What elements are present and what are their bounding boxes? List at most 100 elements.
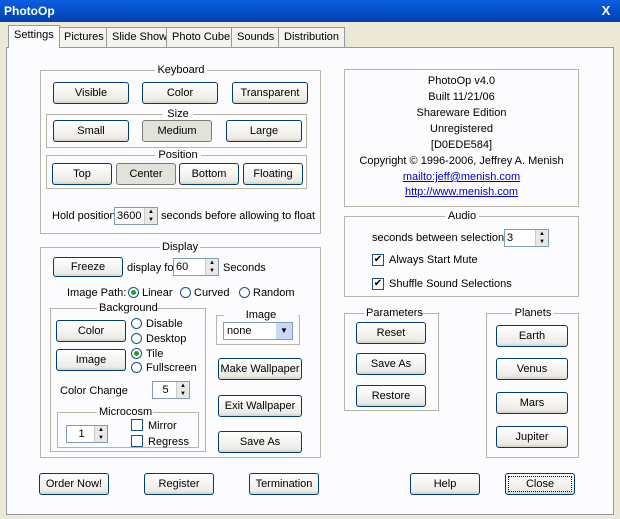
- tab-settings[interactable]: Settings: [8, 25, 60, 48]
- planets-title: Planets: [512, 307, 554, 319]
- background-color-button[interactable]: Color: [56, 320, 126, 342]
- mirror-label: Mirror: [148, 420, 177, 432]
- visible-button[interactable]: Visible: [53, 82, 129, 104]
- color-change-spinner[interactable]: 5 ▲ ▼: [152, 381, 190, 399]
- shuffle-checkbox[interactable]: ✔: [372, 277, 384, 290]
- microcosm-spinner[interactable]: 1 ▲ ▼: [66, 425, 108, 443]
- freeze-button[interactable]: Freeze: [53, 257, 123, 277]
- hold-position-label: Hold position: [52, 210, 116, 222]
- tab-pictures[interactable]: Pictures: [58, 27, 110, 47]
- register-button[interactable]: Register: [144, 473, 214, 495]
- size-title: Size: [163, 108, 193, 120]
- center-button[interactable]: Center: [116, 163, 176, 185]
- tile-label: Tile: [146, 348, 164, 360]
- keyboard-color-button[interactable]: Color: [142, 82, 218, 104]
- hold-position-spinner[interactable]: 3600 ▲ ▼: [114, 207, 158, 225]
- display-for-label: display for: [127, 262, 178, 274]
- earth-button[interactable]: Earth: [496, 325, 568, 347]
- order-now-button[interactable]: Order Now!: [39, 473, 109, 495]
- parameters-save-as-button[interactable]: Save As: [356, 353, 426, 375]
- random-radio[interactable]: [239, 287, 250, 301]
- between-selections-spinner[interactable]: 3 ▲ ▼: [504, 229, 549, 247]
- desktop-label: Desktop: [146, 333, 187, 345]
- restore-button[interactable]: Restore: [356, 385, 426, 407]
- fullscreen-radio[interactable]: [131, 362, 142, 376]
- desktop-radio[interactable]: [131, 333, 142, 347]
- transparent-button[interactable]: Transparent: [232, 82, 308, 104]
- medium-button[interactable]: Medium: [142, 120, 212, 142]
- regress-checkbox[interactable]: [131, 435, 143, 450]
- venus-button[interactable]: Venus: [496, 358, 568, 380]
- help-button[interactable]: Help: [410, 473, 480, 495]
- build-text: Built 11/21/06: [428, 91, 495, 103]
- reset-button[interactable]: Reset: [356, 322, 426, 344]
- display-title: Display: [160, 241, 200, 253]
- between-selections-value[interactable]: 3: [505, 230, 535, 246]
- curved-radio[interactable]: [180, 287, 191, 301]
- tab-slide-show[interactable]: Slide Show: [106, 27, 174, 47]
- tab-photo-cube[interactable]: Photo Cube: [166, 27, 237, 47]
- spin-up-icon[interactable]: ▲: [206, 259, 218, 267]
- microcosm-value[interactable]: 1: [67, 426, 94, 442]
- edition-text: Shareware Edition: [416, 107, 507, 119]
- website-link[interactable]: http://www.menish.com: [344, 185, 579, 199]
- small-button[interactable]: Small: [53, 120, 129, 142]
- color-change-value[interactable]: 5: [153, 382, 176, 398]
- exit-wallpaper-button[interactable]: Exit Wallpaper: [218, 395, 302, 417]
- curved-label: Curved: [194, 287, 230, 299]
- serial-code: [D0EDE584]: [430, 139, 493, 151]
- spin-up-icon[interactable]: ▲: [177, 382, 189, 390]
- spin-down-icon[interactable]: ▼: [536, 238, 548, 246]
- email-link[interactable]: mailto:jeff@menish.com: [344, 170, 579, 184]
- spin-down-icon[interactable]: ▼: [145, 216, 157, 224]
- spin-up-icon[interactable]: ▲: [145, 208, 157, 216]
- always-start-mute-checkbox[interactable]: ✔: [372, 253, 384, 266]
- color-change-label: Color Change: [60, 385, 128, 397]
- spin-down-icon[interactable]: ▼: [206, 267, 218, 275]
- keyboard-title: Keyboard: [155, 64, 207, 76]
- image-path-label: Image Path:: [67, 287, 127, 299]
- parameters-title: Parameters: [364, 307, 423, 319]
- seconds-label: Seconds: [223, 262, 266, 274]
- top-button[interactable]: Top: [52, 163, 112, 185]
- display-save-as-button[interactable]: Save As: [218, 431, 302, 453]
- jupiter-button[interactable]: Jupiter: [496, 426, 568, 448]
- make-wallpaper-button[interactable]: Make Wallpaper: [218, 358, 302, 380]
- title-bar: PhotoOp: [0, 0, 620, 22]
- spin-up-icon[interactable]: ▲: [95, 426, 107, 434]
- linear-label: Linear: [142, 287, 173, 299]
- floating-button[interactable]: Floating: [243, 163, 303, 185]
- tab-distribution[interactable]: Distribution: [278, 27, 346, 47]
- hold-position-value[interactable]: 3600: [115, 208, 144, 224]
- fullscreen-label: Fullscreen: [146, 362, 197, 374]
- large-button[interactable]: Large: [226, 120, 302, 142]
- registration-status: Unregistered: [430, 123, 493, 135]
- copyright-text: Copyright © 1996-2006, Jeffrey A. Menish: [359, 155, 564, 167]
- microcosm-title: Microcosm: [97, 406, 153, 418]
- linear-radio[interactable]: [128, 287, 139, 301]
- tile-radio[interactable]: [131, 348, 142, 362]
- tab-sounds[interactable]: Sounds: [231, 27, 281, 47]
- mirror-checkbox[interactable]: [131, 419, 143, 434]
- display-for-spinner[interactable]: 60 ▲ ▼: [173, 258, 219, 276]
- always-start-mute-label: Always Start Mute: [389, 254, 478, 266]
- disable-radio[interactable]: [131, 318, 142, 332]
- image-rotation-select[interactable]: none ▼: [223, 322, 293, 340]
- version-text: PhotoOp v4.0: [427, 75, 496, 87]
- spin-up-icon[interactable]: ▲: [536, 230, 548, 238]
- close-icon[interactable]: X: [598, 3, 614, 19]
- spin-down-icon[interactable]: ▼: [95, 434, 107, 442]
- bottom-button[interactable]: Bottom: [179, 163, 239, 185]
- mars-button[interactable]: Mars: [496, 392, 568, 414]
- image-rotation-value: none: [227, 325, 252, 337]
- close-button[interactable]: Close: [505, 473, 575, 495]
- disable-label: Disable: [146, 318, 183, 330]
- chevron-down-icon[interactable]: ▼: [276, 323, 292, 339]
- between-selections-label: seconds between selections: [372, 232, 510, 244]
- spin-down-icon[interactable]: ▼: [177, 390, 189, 398]
- display-for-value[interactable]: 60: [174, 259, 205, 275]
- termination-button[interactable]: Termination: [249, 473, 319, 495]
- random-label: Random: [253, 287, 295, 299]
- background-image-button[interactable]: Image: [56, 349, 126, 371]
- shuffle-label: Shuffle Sound Selections: [389, 278, 512, 290]
